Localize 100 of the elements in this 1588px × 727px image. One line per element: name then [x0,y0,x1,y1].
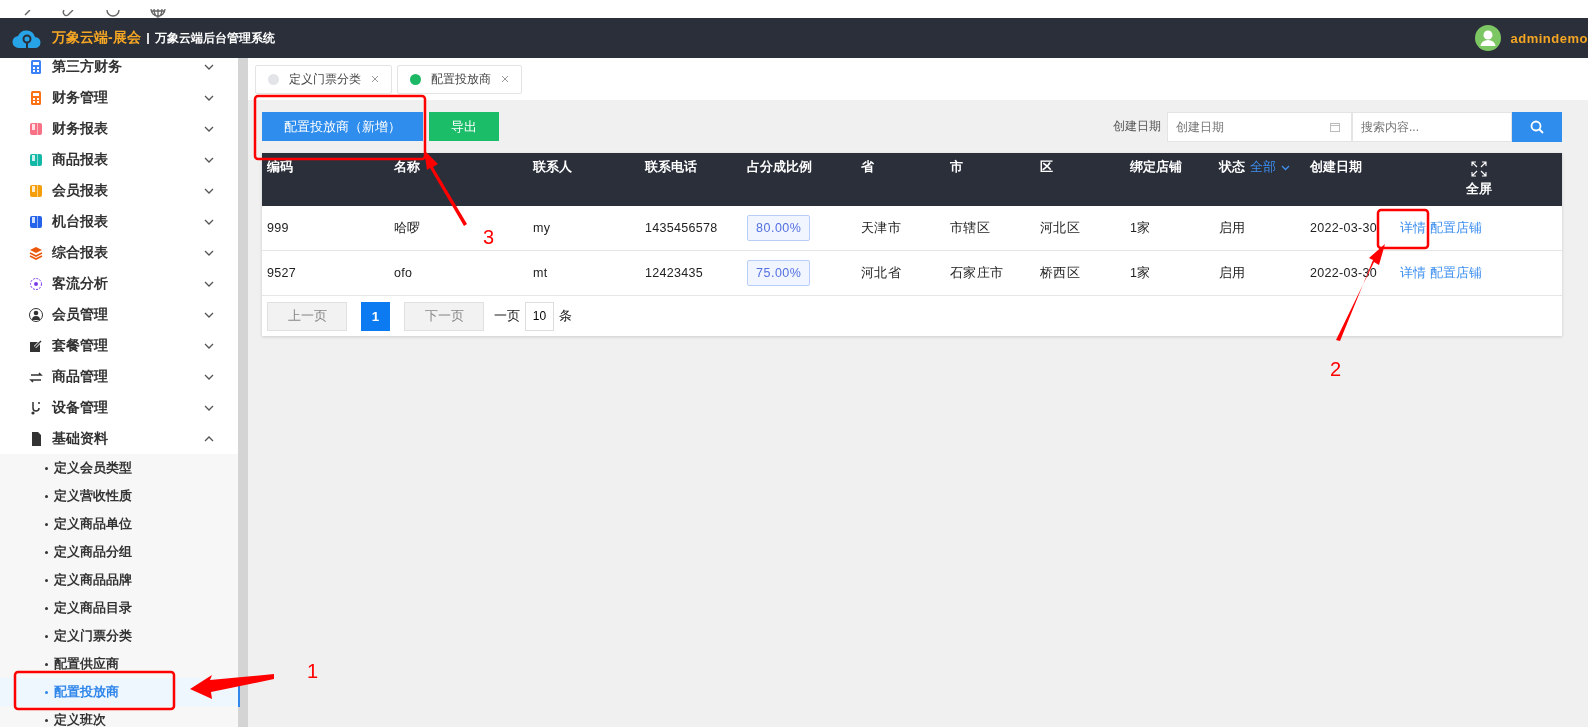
ratio-badge: 75.00% [747,260,811,286]
search-button[interactable] [1512,111,1562,142]
table-cell: 2022-03-30 [1310,266,1377,280]
app-brand: 万象云端-展会 [52,29,141,47]
chevron-icon [204,249,214,256]
sidebar-item[interactable]: 商品管理 [0,361,238,392]
sidebar-item[interactable]: 机台报表 [0,206,238,237]
sidebar-item[interactable]: 会员管理 [0,299,238,330]
table-cell: 1家 [1130,264,1151,282]
date-field[interactable]: 创建日期 [1167,111,1352,142]
column-header: 编码 [267,159,293,176]
table-cell: 河北区 [1040,219,1080,237]
submenu-item[interactable]: 定义商品目录 [45,599,132,617]
globe-icon[interactable] [150,9,166,18]
action-link[interactable]: 详情 [1400,264,1426,282]
fullscreen-button[interactable]: 全屏 [1465,161,1492,198]
submenu-item[interactable]: 定义营收性质 [45,487,132,505]
target-icon [28,275,44,292]
chevron-icon [204,342,214,349]
table-cell: 桥西区 [1040,264,1080,282]
table-cell: 天津市 [861,219,901,237]
close-icon[interactable] [501,75,509,83]
sidebar-item[interactable]: 客流分析 [0,268,238,299]
book-icon [28,151,44,168]
annotation-number: 1 [307,660,319,682]
submenu-item[interactable]: 定义班次 [45,711,106,727]
sidebar-item[interactable]: 套餐管理 [0,330,238,361]
column-header: 名称 [394,159,420,176]
layers-icon [28,244,44,261]
user-name[interactable]: admindemo [1510,30,1588,46]
table-cell: 999 [267,221,289,235]
book-icon [28,182,44,199]
table-cell: 12423435 [645,266,703,280]
table-cell: 1435456578 [645,221,718,235]
chevron-icon [204,187,214,194]
annotation-box [1376,208,1430,250]
submenu-item[interactable]: 定义商品品牌 [45,571,132,589]
cloud-logo-icon [12,27,42,49]
sidebar-item[interactable]: 设备管理 [0,392,238,423]
table-cell: 启用 [1219,264,1246,282]
sidebar-item[interactable]: 基础资料 [0,423,238,454]
sidebar-item[interactable]: 财务管理 [0,82,238,113]
refresh-icon[interactable] [106,10,120,18]
sidebar-item[interactable]: 商品报表 [0,144,238,175]
chevron-icon [204,404,214,411]
column-header: 绑定店铺 [1130,159,1182,176]
link-icon[interactable] [62,10,76,18]
per-page-unit: 条 [559,307,572,325]
app-subtitle: 万象云端后台管理系统 [146,32,275,44]
status-filter[interactable]: 全部 [1250,159,1290,176]
search-field[interactable]: 搜索内容... [1352,111,1512,142]
submenu-item[interactable]: 定义门票分类 [45,627,132,645]
chevron-icon [204,94,214,101]
table-cell: 哈啰 [394,219,421,237]
table-cell: 河北省 [861,264,901,282]
book-icon [28,213,44,230]
page-tab[interactable]: 配置投放商 [397,64,522,94]
chevron-icon [204,311,214,318]
sidebar-item[interactable]: 会员报表 [0,175,238,206]
page-tab[interactable]: 定义门票分类 [255,64,392,94]
chevron-icon [204,218,214,225]
edit-icon [28,337,44,354]
column-header: 联系电话 [645,159,697,176]
table-cell: 启用 [1219,219,1246,237]
submenu-item[interactable]: 定义商品单位 [45,515,132,533]
chevron-icon [1281,164,1290,171]
chevron-icon [204,63,214,70]
table-cell: 9527 [267,266,296,280]
table-cell: 石家庄市 [950,264,1004,282]
chevron-icon [204,125,214,132]
scrollbar[interactable] [238,58,248,727]
per-page-label: 一页 [494,307,520,325]
book-icon [28,120,44,137]
table-cell: my [533,221,551,235]
table-cell: 市辖区 [950,219,990,237]
chevron-icon [204,373,214,380]
column-header: 省 [861,159,874,176]
table-cell: 2022-03-30 [1310,221,1377,235]
submenu-item[interactable]: 定义会员类型 [45,459,132,477]
page-button[interactable]: 1 [361,301,390,331]
table-cell: mt [533,266,548,280]
close-icon[interactable] [371,75,379,83]
submenu-item[interactable]: 配置供应商 [45,655,119,673]
action-link[interactable]: 详情 [1400,219,1426,237]
submenu-item[interactable]: 定义商品分组 [45,543,132,561]
ratio-badge: 80.00% [747,215,811,241]
column-header: 创建日期 [1310,159,1362,176]
sidebar-item[interactable]: 综合报表 [0,237,238,268]
avatar-icon[interactable] [1474,25,1501,51]
sidebar-item[interactable]: 财务报表 [0,113,238,144]
annotation-number: 2 [1330,358,1342,380]
column-header: 占分成比例 [747,159,812,176]
chevron-icon [204,156,214,163]
calendar-icon [1330,121,1340,132]
per-page-field[interactable]: 10 [525,301,554,331]
annotation-number: 3 [483,226,495,248]
chevron-icon [204,435,214,442]
column-header: 市 [950,159,963,176]
sidebar-item[interactable]: 第三方财务 [0,58,238,82]
expand-icon [1470,161,1487,177]
